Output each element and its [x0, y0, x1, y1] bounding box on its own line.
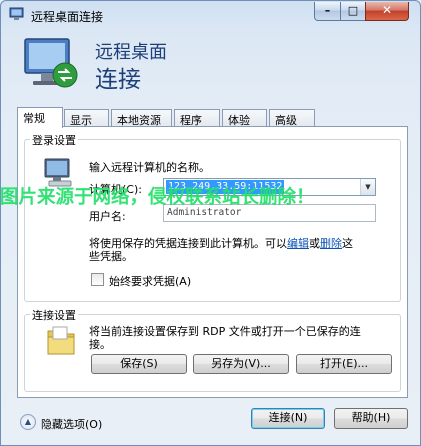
watermark-text: 图片来源于网络，侵权联系站长删除！	[0, 187, 315, 208]
help-button[interactable]: 帮助(H)	[334, 408, 408, 429]
rdp-window: 远程桌面连接 – □ ✕ 远程桌面 连接 常规 显示 本地资源 程序 体验 高级…	[0, 0, 421, 446]
chevron-up-icon[interactable]: ▲	[20, 414, 36, 430]
tab-general[interactable]: 常规	[17, 107, 63, 128]
banner: 远程桌面 连接	[9, 27, 414, 99]
minimize-button[interactable]: –	[314, 2, 341, 21]
edit-credentials-link[interactable]: 编辑	[287, 237, 309, 250]
save-button[interactable]: 保存(S)	[91, 354, 187, 374]
folder-icon	[47, 326, 75, 355]
general-tab-panel: 登录设置 输入远程计算机的名称。 计算机(C): 123.249.33.59:1…	[17, 126, 408, 398]
open-button[interactable]: 打开(E)...	[296, 354, 392, 374]
window-title: 远程桌面连接	[31, 10, 104, 24]
username-label: 用户名:	[89, 210, 126, 223]
title-bar[interactable]: 远程桌面连接 – □ ✕	[1, 1, 420, 29]
connection-settings-desc-2: 接。	[89, 338, 111, 351]
tab-display[interactable]: 显示	[64, 109, 109, 127]
save-as-button[interactable]: 另存为(V)...	[193, 354, 289, 374]
credentials-info-line2: 些凭据。	[89, 250, 133, 263]
chevron-down-icon[interactable]: ▼	[360, 179, 375, 195]
tab-programs[interactable]: 程序	[174, 109, 220, 127]
credentials-info-or: 或	[309, 237, 320, 250]
close-button[interactable]: ✕	[365, 2, 409, 21]
tab-advanced[interactable]: 高级	[269, 109, 315, 127]
delete-credentials-link[interactable]: 删除	[320, 237, 342, 250]
close-icon: ✕	[381, 3, 393, 17]
hide-options-label[interactable]: 隐藏选项(O)	[41, 416, 102, 432]
computer-name-prompt: 输入远程计算机的名称。	[89, 161, 210, 174]
credentials-info-tail: 这	[342, 237, 353, 250]
connection-settings-group: 连接设置 将当前连接设置保存到 RDP 文件或打开一个已保存的连 接。 保存(S…	[24, 307, 401, 392]
remote-desktop-monitor-icon	[24, 38, 78, 88]
login-settings-group: 登录设置 输入远程计算机的名称。 计算机(C): 123.249.33.59:1…	[24, 132, 401, 302]
banner-title-line2: 连接	[95, 67, 141, 93]
login-settings-title: 登录设置	[30, 132, 78, 148]
connect-button[interactable]: 连接(N)	[251, 408, 325, 429]
connection-settings-desc-1: 将当前连接设置保存到 RDP 文件或打开一个已保存的连	[89, 325, 361, 338]
tab-experience[interactable]: 体验	[222, 109, 267, 127]
always-ask-checkbox[interactable]	[91, 273, 104, 286]
connection-settings-title: 连接设置	[30, 307, 78, 323]
maximize-button[interactable]: □	[340, 2, 366, 21]
maximize-icon: □	[347, 4, 359, 17]
tab-local-resources[interactable]: 本地资源	[111, 109, 172, 127]
minimize-icon: –	[324, 4, 331, 17]
remote-desktop-icon	[9, 7, 24, 20]
always-ask-label[interactable]: 始终要求凭据(A)	[109, 273, 191, 289]
